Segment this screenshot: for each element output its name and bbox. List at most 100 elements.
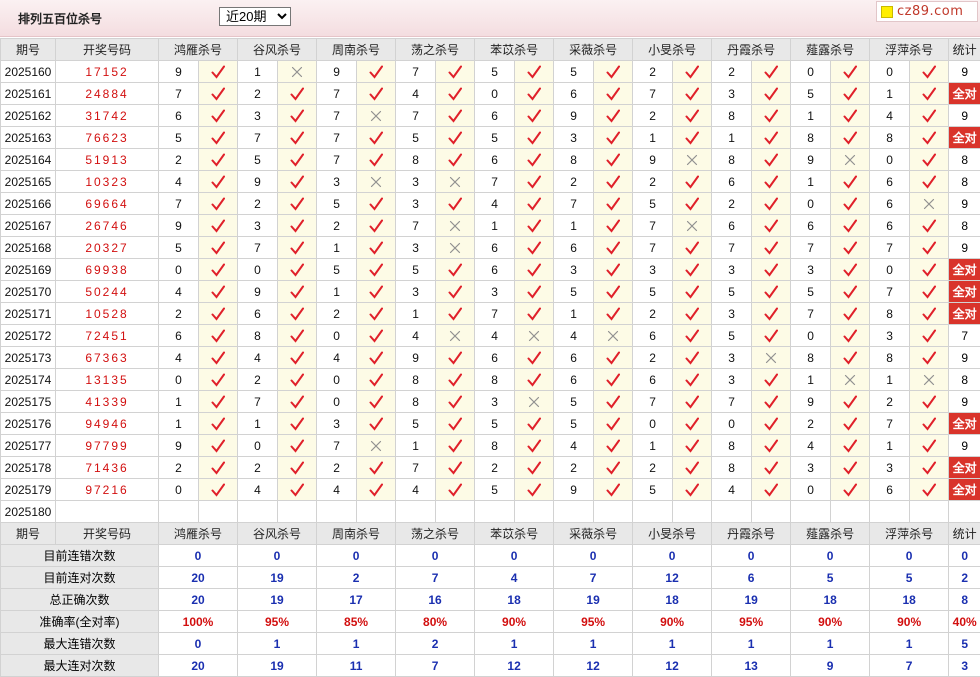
- result-mark-cell: [830, 390, 871, 413]
- result-mark-cell: [830, 170, 871, 193]
- metric-value: 0: [948, 544, 980, 567]
- site-logo[interactable]: cz89.com: [876, 1, 978, 22]
- kill-number-cell: 2: [158, 148, 199, 171]
- table-row: 2025164 51913 2 5 7 8 6 8 9 8 9 0 8: [0, 148, 980, 171]
- table-row: 2025172 72451 6 8 0 4 4 4 6 5 0 3 7: [0, 324, 980, 347]
- check-icon: [448, 87, 463, 101]
- page-title: 排列五百位杀号: [18, 12, 103, 26]
- result-mark-cell: [356, 434, 397, 457]
- draw-number-cell: 69664: [55, 192, 159, 215]
- check-icon: [843, 461, 858, 475]
- kill-number-cell: 1: [237, 412, 279, 435]
- result-mark-cell: [751, 368, 792, 391]
- metric-value: 5: [790, 566, 871, 589]
- kill-number-cell: 1: [790, 104, 832, 127]
- kill-number-cell: 4: [395, 478, 437, 501]
- result-mark-cell: [830, 434, 871, 457]
- result-mark-cell: [593, 104, 634, 127]
- kill-number-cell: 0: [237, 258, 279, 281]
- check-icon: [685, 175, 700, 189]
- result-mark-cell: [277, 346, 318, 369]
- check-icon: [290, 285, 305, 299]
- kill-number-cell: 9: [790, 390, 832, 413]
- check-icon: [448, 65, 463, 79]
- kill-number-cell: 1: [158, 390, 199, 413]
- metric-value: 0: [869, 544, 950, 567]
- result-mark-cell: [593, 390, 634, 413]
- check-icon: [448, 483, 463, 497]
- kill-number-cell: 5: [474, 412, 516, 435]
- result-mark-cell: [672, 368, 713, 391]
- kill-number-cell: 4: [553, 324, 595, 347]
- check-icon: [448, 417, 463, 431]
- metric-value: 40%: [948, 610, 980, 633]
- issue-cell: 2025160: [0, 60, 56, 83]
- kill-number-cell: 1: [632, 126, 674, 149]
- table-row: 2025177 97799 9 0 7 1 8 4 1 8 4 1 9: [0, 434, 980, 457]
- result-mark-cell: [514, 368, 555, 391]
- kill-number-cell: 6: [553, 346, 595, 369]
- metric-value: 19: [711, 588, 792, 611]
- col-header-predictor: 鸿雁杀号: [157, 38, 239, 61]
- check-icon: [606, 483, 621, 497]
- result-mark-cell: [197, 214, 239, 237]
- result-mark-cell: [672, 148, 713, 171]
- metric-value: 1: [869, 632, 950, 655]
- check-icon: [527, 351, 542, 365]
- kill-number-cell: 3: [553, 258, 595, 281]
- metric-value: 9: [790, 654, 871, 677]
- kill-number-cell: 2: [316, 214, 358, 237]
- cross-icon: [528, 396, 540, 408]
- kill-number-cell: 7: [395, 214, 437, 237]
- current-empty-cell: [909, 500, 950, 523]
- check-icon: [527, 219, 542, 233]
- result-mark-cell: [751, 104, 792, 127]
- metric-value: 12: [632, 654, 713, 677]
- kill-number-cell: 7: [474, 170, 516, 193]
- result-mark-cell: [435, 478, 476, 501]
- result-mark-cell: [356, 126, 397, 149]
- kill-number-cell: 6: [474, 236, 516, 259]
- check-icon: [290, 417, 305, 431]
- result-mark-cell: [277, 434, 318, 457]
- metric-label: 目前连对次数: [0, 566, 159, 589]
- check-icon: [764, 263, 779, 277]
- result-mark-cell: [514, 280, 555, 303]
- result-mark-cell: [277, 192, 318, 215]
- kill-number-cell: 7: [316, 148, 358, 171]
- result-mark-cell: [356, 82, 397, 105]
- kill-number-cell: 7: [869, 280, 911, 303]
- col-header-predictor: 薤露杀号: [790, 522, 871, 545]
- check-icon: [290, 263, 305, 277]
- kill-number-cell: 4: [158, 280, 199, 303]
- metric-value: 1: [316, 632, 397, 655]
- metric-value: 0: [474, 544, 555, 567]
- kill-number-cell: 5: [553, 280, 595, 303]
- kill-number-cell: 2: [316, 456, 358, 479]
- result-mark-cell: [672, 434, 713, 457]
- metric-value: 16: [395, 588, 476, 611]
- check-icon: [764, 483, 779, 497]
- kill-number-cell: 3: [474, 390, 516, 413]
- kill-number-cell: 8: [711, 148, 753, 171]
- metric-row: 总正确次数 20 19 17 16 18 19 18 19 18 18 8: [0, 588, 980, 611]
- kill-number-cell: 7: [790, 302, 832, 325]
- metric-value: 80%: [395, 610, 476, 633]
- kill-number-cell: 8: [790, 126, 832, 149]
- result-mark-cell: [751, 82, 792, 105]
- metric-value: 100%: [157, 610, 239, 633]
- check-icon: [448, 263, 463, 277]
- metric-value: 7: [395, 566, 476, 589]
- kill-number-cell: 9: [395, 346, 437, 369]
- check-icon: [527, 153, 542, 167]
- result-mark-cell: [909, 148, 950, 171]
- result-mark-cell: [672, 456, 713, 479]
- kill-number-cell: 2: [237, 192, 279, 215]
- result-mark-cell: [514, 258, 555, 281]
- period-select[interactable]: 近20期: [219, 7, 291, 26]
- result-mark-cell: [751, 214, 792, 237]
- check-icon: [685, 417, 700, 431]
- result-mark-cell: [593, 170, 634, 193]
- result-mark-cell: [197, 456, 239, 479]
- kill-number-cell: 0: [158, 478, 199, 501]
